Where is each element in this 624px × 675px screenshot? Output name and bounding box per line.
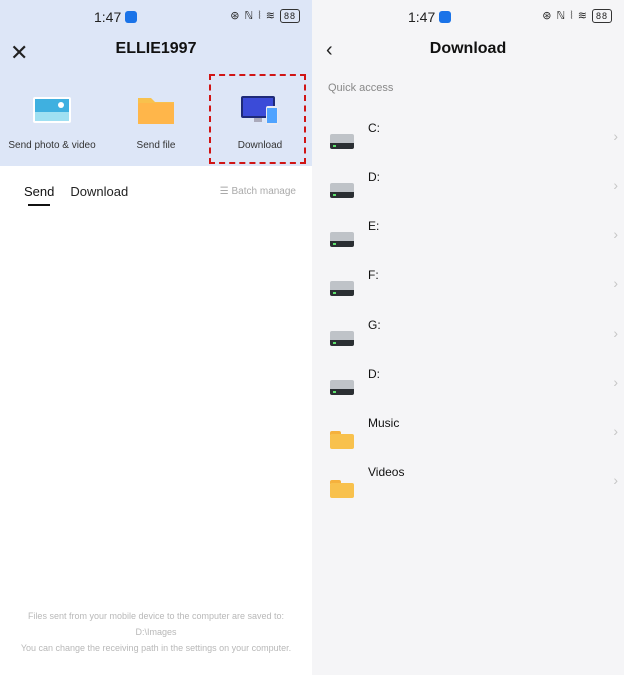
highlight-box: [209, 74, 306, 164]
tab-download[interactable]: Download: [70, 184, 128, 199]
item-name: D:: [368, 170, 380, 184]
drive-icon: [330, 380, 354, 396]
drive-icon: [330, 183, 354, 199]
list-item[interactable]: E: ›: [328, 216, 618, 256]
chevron-right-icon: ›: [613, 275, 618, 291]
chevron-right-icon: ›: [613, 177, 618, 193]
battery-icon: 88: [591, 9, 612, 23]
chevron-right-icon: ›: [613, 226, 618, 242]
action-label: Send photo & video: [8, 140, 96, 151]
download-panel: 1:47 ⊛ ℕ ⦚ ≋ 88 ‹ Download Quick access C…: [312, 0, 624, 675]
note-line: You can change the receiving path in the…: [20, 643, 292, 653]
status-bar: 1:47 ⊛ ℕ ⦚ ≋ 88: [0, 0, 312, 36]
send-file-button[interactable]: Send file: [104, 84, 208, 151]
list-item[interactable]: D: ›: [328, 167, 618, 207]
action-label: Send file: [136, 140, 176, 151]
app-badge-icon: [125, 11, 138, 23]
list-item[interactable]: F: ›: [328, 265, 618, 305]
item-name: C:: [368, 121, 380, 135]
chevron-right-icon: ›: [613, 374, 618, 390]
drive-icon: [330, 134, 354, 150]
list-item[interactable]: Videos ›: [328, 462, 618, 502]
status-bar: 1:47 ⊛ ℕ ⦚ ≋ 88: [312, 0, 624, 36]
nav-bar: ‹ Download: [312, 36, 624, 66]
chevron-right-icon: ›: [613, 423, 618, 439]
drive-icon: [330, 232, 354, 248]
battery-icon: 88: [279, 9, 300, 23]
tab-send[interactable]: Send: [24, 184, 54, 206]
section-label: Quick access: [328, 82, 394, 94]
item-name: G:: [368, 318, 381, 332]
chat-panel: 1:47 ⊛ ℕ ⦚ ≋ 88 ✕ ELLIE1997 Send photo & …: [0, 0, 312, 675]
image-icon: [32, 94, 72, 126]
chevron-right-icon: ›: [613, 472, 618, 488]
list-item[interactable]: Music ›: [328, 413, 618, 453]
note-line: Files sent from your mobile device to th…: [27, 611, 285, 621]
page-title: Download: [429, 40, 507, 57]
item-name: E:: [368, 219, 380, 233]
list-item[interactable]: G: ›: [328, 315, 618, 355]
folder-icon: [330, 480, 354, 498]
chevron-right-icon: ›: [613, 325, 618, 341]
status-icons: ⊛ ℕ ⦚ ≋ 88: [230, 9, 300, 23]
drive-icon: [330, 281, 354, 297]
item-name: F:: [368, 268, 379, 282]
chevron-right-icon: ›: [613, 128, 618, 144]
save-path-note: Files sent from your mobile device to th…: [0, 608, 312, 656]
drive-icon: [330, 331, 354, 347]
note-path: D:\Images: [135, 627, 177, 637]
status-icons: ⊛ ℕ ⦚ ≋ 88: [542, 9, 612, 23]
folder-icon: [330, 431, 354, 449]
item-name: D:: [368, 367, 380, 381]
item-name: Music: [368, 416, 400, 430]
tab-bar: Send Download: [24, 184, 128, 206]
page-title: ELLIE1997: [115, 40, 197, 57]
list-item[interactable]: C: ›: [328, 118, 618, 158]
item-name: Videos: [368, 465, 405, 479]
send-photo-video-button[interactable]: Send photo & video: [0, 84, 104, 151]
status-time: 1:47: [408, 9, 452, 25]
batch-manage-button[interactable]: ☰ Batch manage: [220, 186, 296, 197]
list-item[interactable]: D: ›: [328, 364, 618, 404]
status-time: 1:47: [94, 9, 138, 25]
app-badge-icon: [439, 11, 452, 23]
folder-icon: [136, 94, 176, 126]
